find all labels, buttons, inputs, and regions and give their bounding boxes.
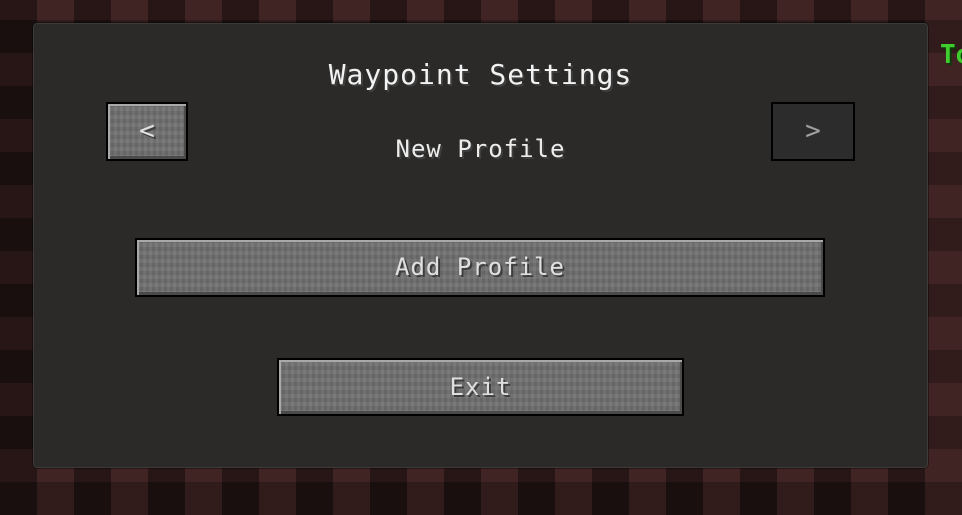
chevron-left-icon: <	[139, 116, 155, 146]
hud-corner-text: To	[940, 40, 962, 70]
next-profile-button[interactable]: >	[771, 102, 855, 161]
exit-button[interactable]: Exit	[277, 358, 684, 416]
chevron-right-icon: >	[805, 116, 821, 146]
page-title: Waypoint Settings	[328, 58, 633, 91]
previous-profile-button[interactable]: <	[106, 102, 188, 161]
add-profile-button[interactable]: Add Profile	[135, 238, 825, 297]
